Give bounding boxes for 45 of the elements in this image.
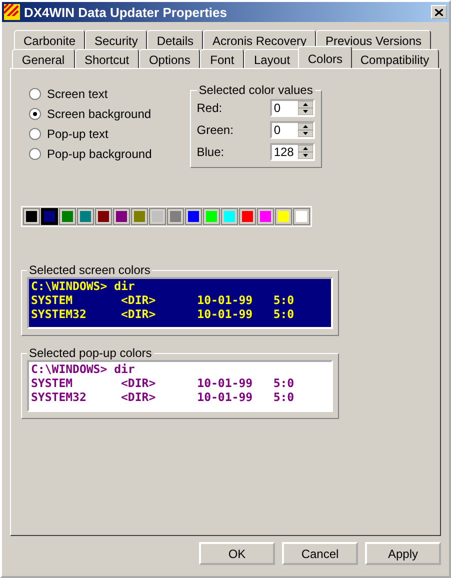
group-title: Selected pop-up colors <box>28 346 153 360</box>
tab[interactable]: Font <box>200 49 244 68</box>
color-swatch[interactable] <box>42 209 57 224</box>
tab[interactable]: Shortcut <box>74 49 140 68</box>
tab[interactable]: Details <box>147 30 203 49</box>
up-arrow-icon[interactable] <box>298 145 313 152</box>
group-title: Selected color values <box>198 83 314 97</box>
tab[interactable]: Security <box>85 30 148 49</box>
console-line: SYSTEM <DIR> 10-01-99 5:0 <box>31 293 294 307</box>
down-arrow-icon[interactable] <box>298 130 313 137</box>
dialog-button[interactable]: Apply <box>365 542 441 565</box>
tab[interactable]: Carbonite <box>14 30 85 49</box>
tab[interactable]: Compatibility <box>350 49 439 68</box>
tab[interactable]: Previous Versions <box>316 30 431 49</box>
close-icon <box>435 8 443 16</box>
down-arrow-icon[interactable] <box>298 108 313 115</box>
up-arrow-icon[interactable] <box>298 101 313 108</box>
field-label: Red: <box>196 101 222 115</box>
spin-field[interactable]: 128 <box>270 143 315 161</box>
tab[interactable]: Colors <box>298 46 352 68</box>
radio-button[interactable]: Screen background <box>29 107 152 121</box>
tab[interactable]: Options <box>139 49 200 68</box>
window-title: DX4WIN Data Updater Properties <box>24 4 228 20</box>
close-button[interactable] <box>431 5 447 19</box>
spin-field[interactable]: 0 <box>270 99 315 117</box>
tab[interactable]: Acronis Recovery <box>202 30 316 49</box>
field-label: Green: <box>196 123 234 137</box>
radio-button[interactable]: Pop-up text <box>29 127 152 141</box>
dialog-button[interactable]: OK <box>199 542 275 565</box>
up-arrow-icon[interactable] <box>298 123 313 130</box>
console-line: C:\WINDOWS> dir <box>31 279 135 293</box>
tab[interactable]: General <box>12 49 75 68</box>
spin-field[interactable]: 0 <box>270 121 315 139</box>
app-icon <box>4 4 20 20</box>
field-label: Blue: <box>196 145 224 159</box>
dialog-button[interactable]: Cancel <box>282 542 358 565</box>
console-line: SYSTEM32 <DIR> 10-01-99 5:0 <box>31 307 294 321</box>
group-title: Selected screen colors <box>28 263 152 277</box>
console-line: C:\WINDOWS> dir <box>31 362 135 376</box>
tab[interactable]: Layout <box>244 49 300 68</box>
radio-button[interactable]: Screen text <box>29 87 152 101</box>
console-line: SYSTEM32 <DIR> 10-01-99 5:0 <box>31 390 294 404</box>
down-arrow-icon[interactable] <box>298 152 313 159</box>
radio-button[interactable]: Pop-up background <box>29 147 152 161</box>
console-line: SYSTEM <DIR> 10-01-99 5:0 <box>31 376 294 390</box>
